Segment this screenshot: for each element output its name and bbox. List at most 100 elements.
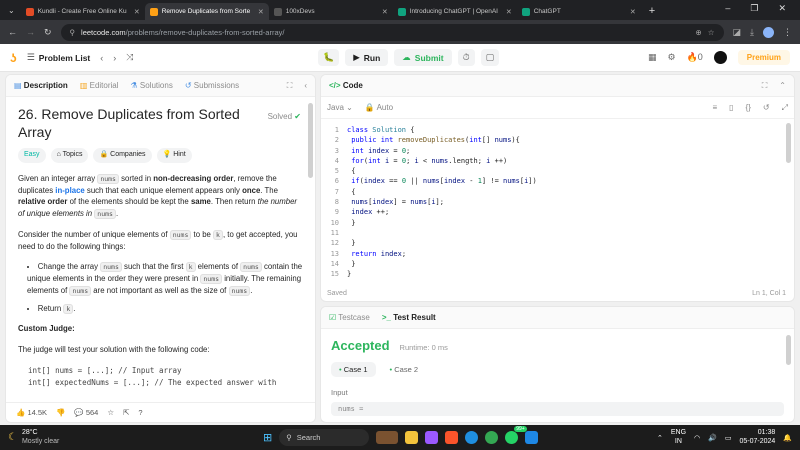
editor-scrollbar[interactable]: [786, 123, 791, 163]
run-button[interactable]: ▶ Run: [345, 49, 389, 66]
brave-browser-icon[interactable]: [445, 431, 459, 444]
windows-start-icon[interactable]: ⊞: [263, 431, 272, 444]
edge-browser-icon[interactable]: [465, 431, 479, 444]
widget-icon[interactable]: [376, 431, 399, 444]
layout-icon[interactable]: ▦: [648, 52, 657, 63]
runtime-label: Runtime: 0 ms: [399, 343, 448, 352]
downloads-icon[interactable]: ⤓: [750, 27, 754, 38]
minimize-icon[interactable]: –: [725, 3, 730, 14]
zoom-icon[interactable]: ⊕: [695, 28, 701, 37]
close-icon[interactable]: ✕: [258, 8, 264, 16]
file-explorer-icon[interactable]: [405, 431, 419, 444]
tab-test-result[interactable]: >_ Test Result: [382, 313, 436, 322]
result-scrollbar[interactable]: [786, 335, 791, 365]
description-scrollbar[interactable]: [308, 103, 313, 178]
autocomplete-toggle[interactable]: 🔒 Auto: [365, 103, 393, 112]
close-window-icon[interactable]: ✕: [778, 3, 786, 14]
notes-icon[interactable]: ▢: [480, 49, 500, 66]
tab-search-icon[interactable]: ⌄: [0, 6, 21, 20]
tab-editorial[interactable]: ▥ Editorial: [80, 81, 119, 90]
language-select[interactable]: Java ⌄: [327, 103, 353, 112]
dislike-icon[interactable]: 👎: [56, 408, 65, 417]
notification-bell-icon[interactable]: 🔔: [783, 434, 792, 442]
share-icon[interactable]: ⇱: [123, 408, 129, 417]
play-icon: ▶: [353, 52, 360, 62]
volume-icon[interactable]: 🔊: [708, 434, 717, 442]
streak-fire-icon[interactable]: 🔥0: [687, 52, 703, 63]
code-area[interactable]: 1 class Solution { 2 public int removeDup…: [321, 119, 794, 279]
tab-submissions[interactable]: ↺ Submissions: [185, 81, 239, 90]
chrome-browser-icon[interactable]: [485, 431, 499, 444]
close-icon[interactable]: ✕: [506, 8, 512, 16]
reset-icon[interactable]: ↺: [763, 103, 770, 112]
favorite-star-icon[interactable]: ☆: [107, 408, 114, 417]
fullscreen-icon[interactable]: ⤢: [782, 103, 788, 113]
forward-icon[interactable]: →: [26, 27, 35, 37]
browser-tab-kundli[interactable]: Kundli - Create Free Online Ku ✕: [21, 3, 145, 20]
problem-statement: Given an integer array nums sorted in no…: [18, 173, 298, 219]
settings-gear-icon[interactable]: ⚙: [667, 52, 675, 63]
code-line: 11: [330, 228, 339, 237]
wifi-icon[interactable]: ◠: [694, 434, 700, 442]
format-icon[interactable]: ≡: [712, 103, 717, 112]
braces-icon[interactable]: {}: [746, 103, 751, 112]
hint-chip[interactable]: 💡 Hint: [156, 148, 192, 163]
close-icon[interactable]: ✕: [382, 8, 388, 16]
maximize-icon[interactable]: ❐: [750, 3, 758, 14]
close-icon[interactable]: ✕: [134, 8, 140, 16]
reload-icon[interactable]: ↻: [44, 27, 52, 38]
tab-code[interactable]: </> Code: [329, 81, 363, 90]
case-2-tab[interactable]: • Case 2: [382, 362, 427, 377]
like-button[interactable]: 👍 14.5K: [16, 408, 47, 417]
menu-icon[interactable]: ⋮: [783, 27, 792, 38]
battery-icon[interactable]: ▭: [725, 434, 732, 442]
vscode-icon[interactable]: [525, 431, 539, 444]
video-app-icon[interactable]: [425, 431, 439, 444]
language-indicator[interactable]: ENG IN: [671, 429, 686, 445]
weather-widget[interactable]: ☾ 28°C Mostly clear: [8, 429, 128, 445]
leetcode-logo-icon[interactable]: ʖ: [10, 51, 17, 65]
collapse-icon[interactable]: ‹: [304, 81, 307, 90]
timer-icon[interactable]: ⏱: [457, 49, 475, 66]
expand-icon[interactable]: ⛶: [287, 81, 293, 91]
problem-list-link[interactable]: Problem List: [39, 53, 90, 63]
save-status: Saved: [327, 290, 347, 297]
clock[interactable]: 01:38 05-07-2024: [739, 429, 775, 445]
help-icon[interactable]: ?: [138, 408, 142, 417]
shuffle-icon[interactable]: ⤨: [126, 52, 133, 63]
new-tab-button[interactable]: +: [641, 5, 663, 20]
bookmark-icon[interactable]: ▯: [729, 103, 733, 112]
site-info-icon[interactable]: ⚲: [70, 28, 76, 37]
browser-tab-leetcode[interactable]: Remove Duplicates from Sorte ✕: [144, 3, 269, 20]
case-1-tab[interactable]: • Case 1: [331, 362, 376, 377]
custom-judge-text: The judge will test your solution with t…: [18, 344, 210, 354]
prev-problem-icon[interactable]: ‹: [100, 53, 103, 63]
tab-solutions[interactable]: ⚗ Solutions: [131, 81, 173, 90]
problem-instructions: Consider the number of unique elements o…: [18, 229, 298, 251]
user-avatar[interactable]: [713, 51, 727, 64]
topics-chip[interactable]: ⌂ Topics: [50, 148, 89, 163]
extension-icon[interactable]: ◪: [733, 27, 742, 38]
submit-button[interactable]: ☁ Submit: [394, 49, 452, 66]
close-icon[interactable]: ✕: [630, 8, 636, 16]
bookmark-star-icon[interactable]: ☆: [708, 28, 715, 37]
tab-testcase[interactable]: ☑ Testcase: [329, 313, 370, 322]
problem-list-icon[interactable]: ☰: [27, 52, 35, 63]
expand-icon[interactable]: ⛶: [762, 81, 768, 91]
taskbar-search[interactable]: ⚲ Search: [279, 429, 370, 446]
next-problem-icon[interactable]: ›: [113, 53, 116, 63]
comments-button[interactable]: 💬 564: [74, 408, 98, 417]
back-icon[interactable]: ←: [8, 27, 17, 37]
chevron-up-icon[interactable]: ⌃: [657, 434, 663, 442]
collapse-icon[interactable]: ⌃: [779, 81, 786, 90]
profile-avatar[interactable]: [763, 26, 774, 38]
address-bar[interactable]: ⚲ leetcode.com/problems/remove-duplicate…: [60, 23, 724, 41]
browser-tab-openai[interactable]: Introducing ChatGPT | OpenAI ✕: [393, 3, 517, 20]
companies-chip[interactable]: 🔒 Companies: [93, 148, 152, 163]
debug-icon[interactable]: 🐛: [318, 49, 340, 66]
browser-tab-chatgpt[interactable]: ChatGPT ✕: [517, 3, 641, 20]
whatsapp-icon[interactable]: 99+: [505, 426, 527, 444]
premium-button[interactable]: Premium: [737, 50, 790, 65]
browser-tab-100xdevs[interactable]: 100xDevs ✕: [269, 3, 393, 20]
tab-description[interactable]: ▤ Description: [14, 81, 68, 90]
